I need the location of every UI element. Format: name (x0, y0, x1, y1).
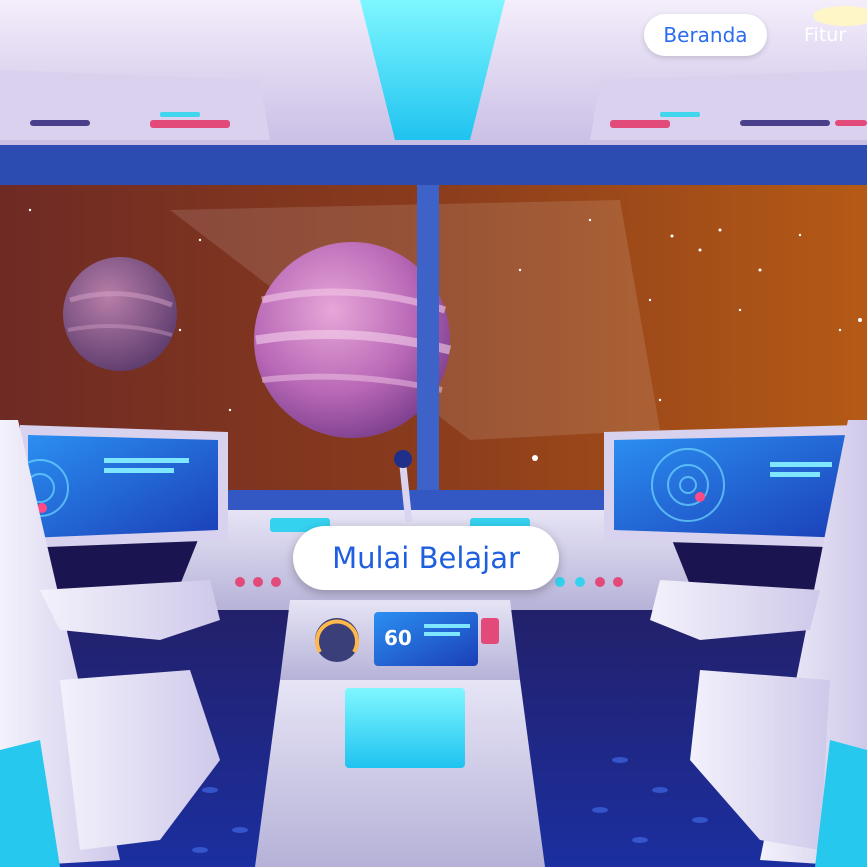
spaceship-cockpit-scene: Beranda Fitur Mulai Belajar 60 (0, 0, 867, 867)
joystick-knob (394, 450, 412, 468)
left-monitor-screen (28, 435, 218, 538)
start-learning-button[interactable]: Mulai Belajar (293, 526, 559, 590)
right-monitor-screen (614, 435, 850, 538)
pedestal-light (345, 688, 465, 768)
red-toggle (481, 618, 499, 644)
small-planet (63, 257, 177, 371)
window-pillar (417, 175, 439, 510)
nav-home-button[interactable]: Beranda (644, 14, 767, 56)
nav-features-link[interactable]: Fitur (804, 14, 846, 56)
cockpit-illustration (0, 0, 867, 867)
speed-gauge (315, 618, 359, 662)
console-display-value: 60 (384, 626, 412, 650)
window-top-frame (0, 140, 867, 185)
